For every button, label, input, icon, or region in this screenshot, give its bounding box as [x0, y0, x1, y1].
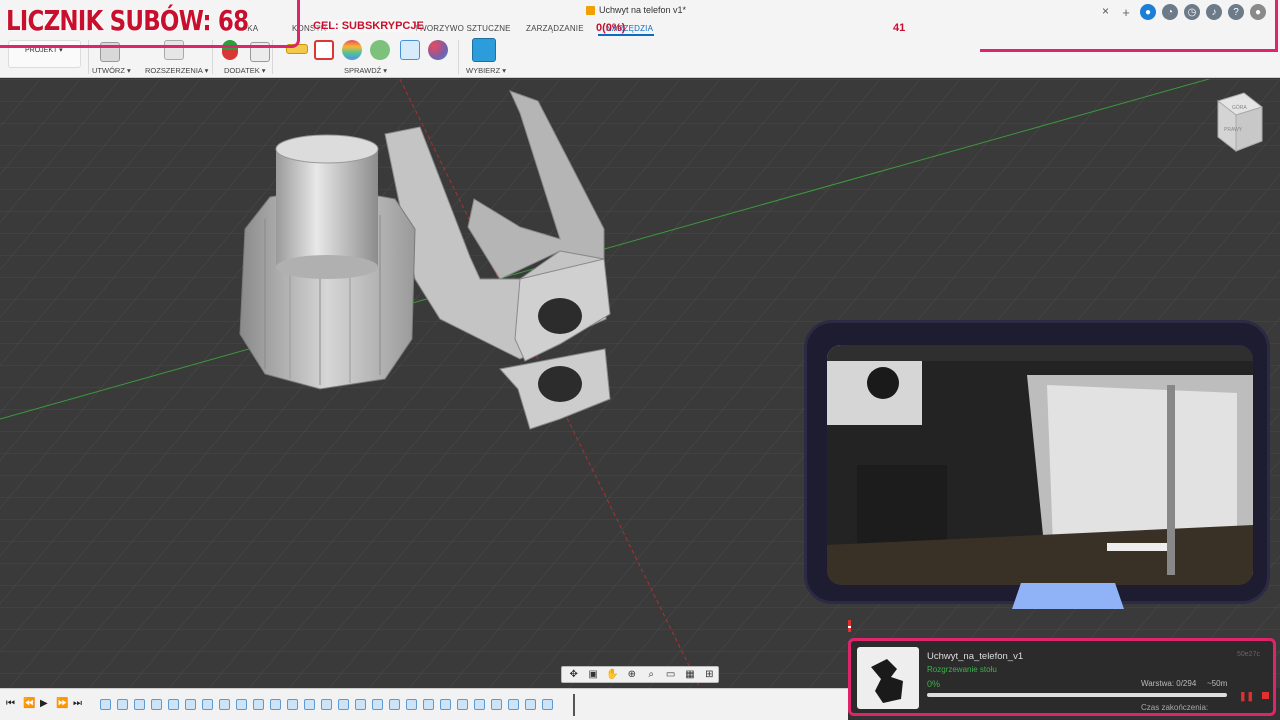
timeline-feature-icon[interactable]: [321, 699, 332, 710]
tab-plastic[interactable]: TWORZYWO SZTUCZNE: [414, 24, 511, 33]
print-job-percent: 0%: [927, 679, 941, 689]
timeline-feature-icon[interactable]: [219, 699, 230, 710]
group-select[interactable]: WYBIERZ ▾: [466, 66, 506, 75]
timeline-feature-icon[interactable]: [389, 699, 400, 710]
cylinder-top: [275, 134, 379, 164]
grid-icon[interactable]: ▦: [681, 669, 698, 680]
camera-panel-tab: [1012, 583, 1124, 609]
timeline-feature-icon[interactable]: [423, 699, 434, 710]
timeline-feature-icon[interactable]: [168, 699, 179, 710]
navigation-toolbar: ✥ ▣ ✋ ⊕ ⌕ ▭ ▦ ⊞: [561, 666, 719, 683]
timeline-feature-icon[interactable]: [440, 699, 451, 710]
timeline: ⏮ ⏪ ▶ ⏩ ⏭: [0, 688, 848, 720]
timeline-feature-icon[interactable]: [117, 699, 128, 710]
view-cube-top-label: GÓRA: [1232, 104, 1247, 111]
timeline-feature-icon[interactable]: [202, 699, 213, 710]
timeline-feature-icon[interactable]: [100, 699, 111, 710]
go-to-start-icon[interactable]: ⏮: [6, 698, 15, 709]
timeline-feature-icon[interactable]: [542, 699, 553, 710]
section-analysis-icon[interactable]: [400, 40, 420, 60]
tab-manage[interactable]: ZARZĄDZANIE: [526, 24, 584, 33]
overlay-frame-top-right: [980, 0, 1278, 52]
timeline-feature-icon[interactable]: [270, 699, 281, 710]
bracket-hole-lower: [538, 366, 582, 402]
print-thumbnail: [857, 647, 919, 709]
document-title: Uchwyt na telefon v1*: [599, 5, 687, 15]
timeline-feature-icon[interactable]: [338, 699, 349, 710]
viewports-icon[interactable]: ⊞: [701, 669, 718, 680]
print-job-end-time: Czas zakończenia:: [1141, 703, 1209, 712]
zebra-icon[interactable]: [370, 40, 390, 60]
timeline-feature-icon[interactable]: [287, 699, 298, 710]
print-job-card: Uchwyt_na_telefon_v1 Rozgrzewanie stołu …: [848, 638, 1276, 716]
subscription-goal-label: CEL: SUBSKRYPCJE: [313, 20, 424, 32]
group-create[interactable]: UTWÓRZ ▾: [92, 66, 131, 75]
timeline-feature-icon[interactable]: [304, 699, 315, 710]
timeline-feature-icon[interactable]: [355, 699, 366, 710]
display-icon[interactable]: ▭: [662, 669, 679, 680]
orbit-icon[interactable]: ✥: [565, 669, 582, 680]
document-icon: [586, 5, 595, 15]
divider: [458, 40, 459, 74]
group-extensions[interactable]: ROZSZERZENIA ▾: [145, 66, 208, 75]
play-icon[interactable]: ▶: [40, 698, 48, 709]
print-progress-bar: [927, 693, 1227, 697]
step-back-icon[interactable]: ⏪: [23, 698, 35, 709]
group-addon[interactable]: DODATEK ▾: [224, 66, 266, 75]
stop-icon[interactable]: [1262, 692, 1269, 699]
threaded-cylinder: [276, 149, 378, 267]
document-tab[interactable]: Uchwyt na telefon v1*: [586, 5, 686, 15]
look-at-icon[interactable]: ▣: [584, 669, 601, 680]
camera-panel: [804, 320, 1270, 604]
print-job-status: Rozgrzewanie stołu: [927, 665, 997, 674]
timeline-feature-icon[interactable]: [151, 699, 162, 710]
bracket-hole-upper: [538, 298, 582, 334]
print-job-layer: Warstwa: 0/294: [1141, 679, 1197, 688]
group-inspect[interactable]: SPRAWDŹ ▾: [344, 66, 387, 75]
timeline-feature-icon[interactable]: [491, 699, 502, 710]
pan-icon[interactable]: ✋: [604, 669, 621, 680]
view-cube-front-label: PRAWY: [1224, 127, 1243, 133]
color-analysis-icon[interactable]: [428, 40, 448, 60]
print-job-remaining: ~50m: [1207, 679, 1228, 688]
zoom-icon[interactable]: ⊕: [623, 669, 640, 680]
timeline-feature-icon[interactable]: [457, 699, 468, 710]
timeline-feature-icon[interactable]: [525, 699, 536, 710]
active-tab-indicator: [598, 34, 654, 36]
timeline-feature-icon[interactable]: [253, 699, 264, 710]
subscription-goal-progress: 0(0%): [596, 22, 626, 34]
go-to-end-icon[interactable]: ⏭: [73, 698, 82, 709]
timeline-feature-icon[interactable]: [508, 699, 519, 710]
timeline-feature-icon[interactable]: [134, 699, 145, 710]
select-cursor-icon[interactable]: [472, 38, 496, 62]
fit-icon[interactable]: ⌕: [643, 669, 660, 680]
view-cube[interactable]: GÓRA PRAWY: [1216, 92, 1264, 153]
timeline-marker[interactable]: [573, 694, 575, 716]
curvature-icon[interactable]: [342, 40, 362, 60]
timeline-feature-icon[interactable]: [236, 699, 247, 710]
sub-counter-text: LICZNIK SUBÓW: 68: [6, 4, 249, 37]
step-forward-icon[interactable]: ⏩: [56, 698, 68, 709]
printer-camera-feed: [827, 345, 1253, 585]
print-job-name: Uchwyt_na_telefon_v1: [927, 651, 1024, 662]
interference-icon[interactable]: [314, 40, 334, 60]
timeline-feature-icon[interactable]: [474, 699, 485, 710]
print-job-id: 50e27c: [1237, 651, 1260, 658]
timeline-feature-icon[interactable]: [406, 699, 417, 710]
overlay-marker: [848, 620, 851, 632]
timeline-feature-icon[interactable]: [372, 699, 383, 710]
sub-counter-frame: LICZNIK SUBÓW: 68: [0, 0, 300, 48]
subscription-goal-count: 41: [893, 22, 906, 34]
camera-image: [827, 345, 1253, 585]
timeline-feature-icon[interactable]: [185, 699, 196, 710]
pause-icon[interactable]: ❚❚: [1239, 691, 1254, 702]
